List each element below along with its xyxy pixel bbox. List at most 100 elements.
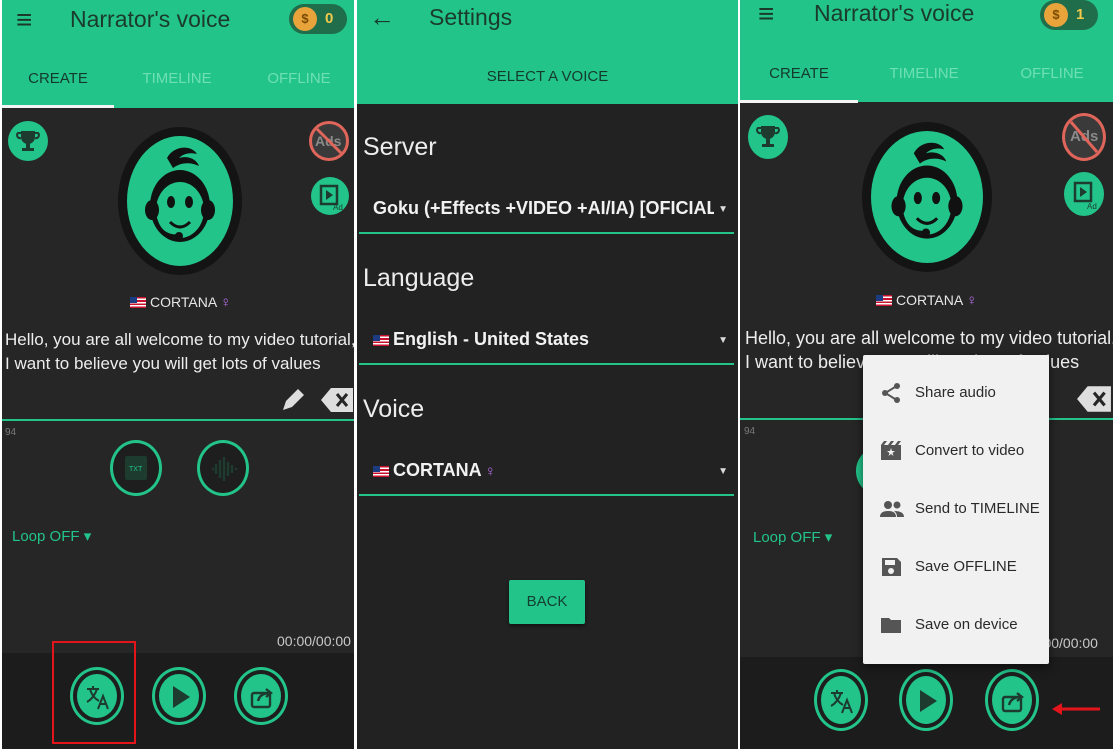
dropdown-caret-icon: ▼ (718, 204, 728, 215)
app-bar: ≡ Narrator's voice $ 0 CREATE TIMELINE O… (2, 0, 354, 108)
app-title: Narrator's voice (70, 6, 231, 32)
waveform-icon (212, 457, 238, 481)
char-count: 94 (744, 426, 756, 437)
server-label: Server (363, 133, 437, 161)
money-bag-icon: $ (293, 7, 317, 31)
text-line-2: I want to believe you will get lots of v… (5, 354, 321, 373)
tab-indicator (740, 100, 858, 103)
loop-toggle[interactable]: Loop OFF ▾ (753, 528, 832, 546)
app-bar: ≡ Narrator's voice $ 1 CREATE TIMELINE O… (740, 0, 1113, 103)
tab-create[interactable]: CREATE (740, 65, 858, 82)
pencil-icon[interactable] (278, 385, 308, 415)
voice-indicator: CORTANA ♀ (130, 294, 231, 311)
narrator-avatar[interactable] (118, 127, 242, 275)
language-select[interactable]: English - United States ▼ (359, 317, 734, 365)
coin-counter[interactable]: $ 1 (1040, 0, 1098, 30)
share-popup-menu: Share audio Convert to video Send to TIM… (863, 355, 1049, 664)
trophy-icon (756, 126, 780, 147)
translate-button[interactable] (814, 669, 868, 731)
share-button[interactable] (985, 669, 1039, 731)
people-icon (880, 501, 904, 517)
tab-offline[interactable]: OFFLINE (992, 65, 1112, 82)
coin-count: 0 (325, 10, 334, 27)
loop-toggle[interactable]: Loop OFF ▾ (12, 527, 91, 545)
female-icon: ♀ (220, 294, 232, 311)
menu-item-label: Share audio (915, 384, 996, 401)
language-label: Language (363, 264, 475, 292)
share-icon (882, 383, 900, 403)
server-select[interactable]: Goku (+Effects +VIDEO +AI/IA) [OFICIAL] … (359, 186, 734, 234)
voice-name: CORTANA (896, 292, 964, 308)
share-icon (250, 688, 273, 709)
menu-icon[interactable]: ≡ (758, 0, 774, 28)
text-line-1: Hello, you are all welcome to my video t… (745, 328, 1113, 348)
backspace-icon[interactable] (1076, 384, 1112, 414)
language-value: English - United States (393, 329, 590, 349)
screen-share-menu: ≡ Narrator's voice $ 1 CREATE TIMELINE O… (740, 0, 1113, 749)
avatar-icon (145, 147, 215, 242)
voice-label: Voice (363, 395, 425, 423)
menu-item-save-offline[interactable]: Save OFFLINE (863, 538, 1049, 596)
back-button[interactable]: BACK (509, 580, 585, 624)
share-icon (1001, 692, 1024, 713)
red-arrow-icon (1052, 703, 1100, 715)
text-input[interactable]: Hello, you are all welcome to my video t… (5, 328, 354, 376)
voice-value: CORTANA (393, 460, 482, 480)
menu-item-label: Save on device (915, 616, 1018, 633)
female-icon: ♀ (484, 463, 496, 480)
trophy-icon (16, 131, 40, 151)
coin-counter[interactable]: $ 0 (289, 4, 347, 34)
video-ad-icon: Ad (1073, 181, 1097, 211)
coin-count: 1 (1076, 6, 1085, 23)
remove-ads-button[interactable]: Ads (309, 121, 349, 161)
settings-app-bar: ← Settings SELECT A VOICE (357, 0, 738, 104)
remove-ads-button[interactable]: Ads (1062, 113, 1106, 161)
tab-create[interactable]: CREATE (2, 70, 114, 87)
tab-offline[interactable]: OFFLINE (240, 70, 354, 87)
play-button[interactable] (899, 669, 953, 731)
settings-title: Settings (429, 4, 513, 30)
tab-timeline[interactable]: TIMELINE (864, 65, 984, 82)
no-ads-icon (1069, 121, 1099, 153)
svg-text:TXT: TXT (129, 466, 143, 473)
video-ad-button[interactable]: Ad (311, 177, 349, 215)
trophy-button[interactable] (8, 121, 48, 161)
video-ad-icon: Ad (319, 184, 343, 212)
voice-indicator: CORTANA ♀ (876, 292, 977, 309)
share-button[interactable] (234, 667, 288, 725)
us-flag-icon (373, 466, 389, 477)
voice-name: CORTANA (150, 294, 218, 310)
svg-text:Ad: Ad (333, 203, 343, 212)
us-flag-icon (130, 297, 146, 308)
tab-indicator (2, 105, 114, 108)
trophy-button[interactable] (748, 115, 788, 159)
video-ad-button[interactable]: Ad (1064, 172, 1104, 216)
screen-create: ≡ Narrator's voice $ 0 CREATE TIMELINE O… (2, 0, 354, 749)
translate-highlight-box (52, 641, 136, 744)
menu-item-share-audio[interactable]: Share audio (863, 364, 1049, 422)
menu-item-label: Save OFFLINE (915, 558, 1017, 575)
play-button[interactable] (152, 667, 206, 725)
no-ads-icon (315, 127, 343, 155)
menu-item-save-on-device[interactable]: Save on device (863, 596, 1049, 654)
audio-button[interactable] (197, 440, 249, 496)
money-bag-icon: $ (1044, 3, 1068, 27)
avatar-icon (891, 142, 963, 239)
play-icon (173, 686, 190, 708)
tab-timeline[interactable]: TIMELINE (118, 70, 236, 87)
char-count: 94 (5, 427, 17, 438)
menu-item-label: Send to TIMELINE (915, 500, 1040, 517)
menu-icon[interactable]: ≡ (16, 6, 32, 34)
screen-settings: ← Settings SELECT A VOICE Server Goku (+… (357, 0, 738, 749)
narrator-avatar[interactable] (862, 122, 992, 272)
play-icon (920, 690, 937, 712)
menu-item-send-to-timeline[interactable]: Send to TIMELINE (863, 480, 1049, 538)
backspace-icon[interactable] (320, 386, 354, 414)
dropdown-caret-icon: ▼ (718, 466, 728, 477)
voice-select[interactable]: CORTANA ♀ ▼ (359, 448, 734, 496)
menu-item-label: Convert to video (915, 442, 1025, 459)
back-arrow-icon[interactable]: ← (369, 4, 395, 30)
import-txt-button[interactable]: TXT (110, 440, 162, 496)
menu-item-convert-to-video[interactable]: Convert to video (863, 422, 1049, 480)
select-voice-header: SELECT A VOICE (486, 68, 609, 85)
